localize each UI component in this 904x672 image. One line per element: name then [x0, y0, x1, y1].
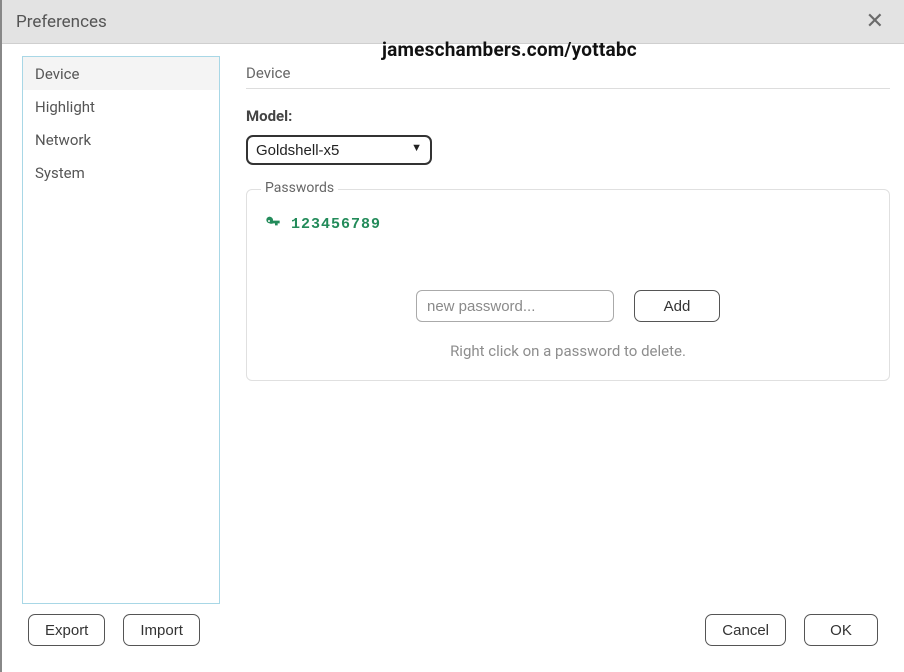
window-title: Preferences [16, 12, 860, 32]
sidebar-item-highlight[interactable]: Highlight [23, 90, 219, 123]
key-icon [265, 214, 281, 234]
model-label: Model: [246, 107, 890, 125]
passwords-fieldset: Passwords 123456789 Add Right click on a… [246, 189, 890, 381]
new-password-input[interactable] [416, 290, 614, 322]
watermark-text: jameschambers.com/yottabc [382, 38, 637, 61]
footer: Export Import Cancel OK [2, 614, 904, 656]
password-hint: Right click on a password to delete. [263, 342, 873, 360]
password-entry[interactable]: 123456789 [263, 206, 873, 246]
cancel-button[interactable]: Cancel [705, 614, 786, 646]
sidebar-item-device[interactable]: Device [23, 57, 219, 90]
ok-button[interactable]: OK [804, 614, 878, 646]
close-icon[interactable]: ✕ [860, 7, 890, 37]
sidebar-item-network[interactable]: Network [23, 123, 219, 156]
model-select[interactable]: Goldshell-x5 [246, 135, 432, 165]
password-text: 123456789 [291, 216, 381, 233]
sidebar-item-system[interactable]: System [23, 156, 219, 189]
export-button[interactable]: Export [28, 614, 105, 646]
model-select-wrap: Goldshell-x5 [246, 135, 432, 165]
add-button[interactable]: Add [634, 290, 720, 322]
sidebar: Device Highlight Network System [22, 56, 220, 604]
main-panel: Device Model: Goldshell-x5 Passwords 123… [246, 56, 890, 606]
section-heading: Device [246, 64, 890, 89]
passwords-legend: Passwords [261, 180, 338, 196]
import-button[interactable]: Import [123, 614, 200, 646]
password-input-row: Add [263, 290, 873, 322]
content: jameschambers.com/yottabc Device Highlig… [2, 44, 904, 614]
